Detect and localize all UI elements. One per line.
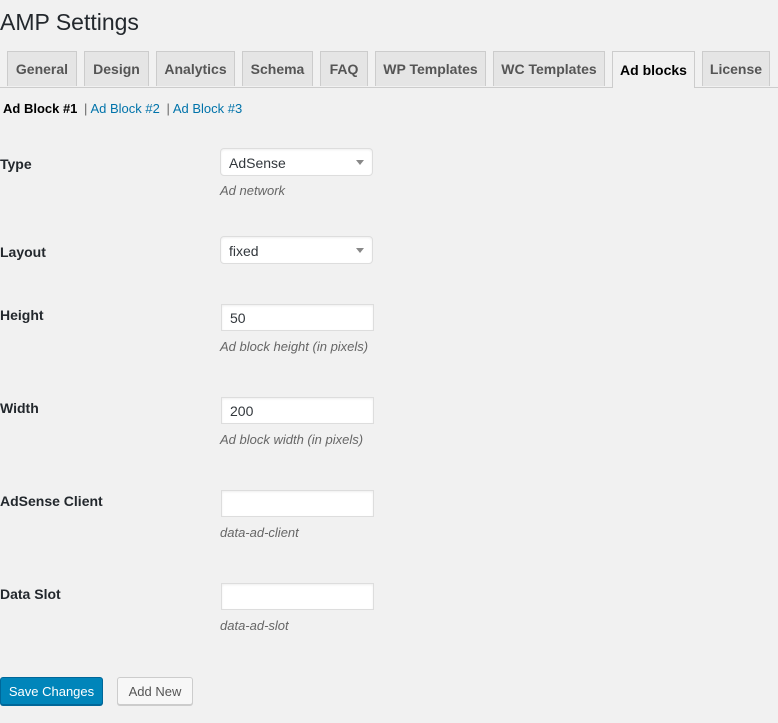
type-select[interactable]: AdSense — [220, 148, 373, 176]
layout-select-value: fixed — [229, 243, 259, 259]
separator: | — [166, 101, 170, 116]
type-description: Ad network — [220, 183, 286, 198]
adsense-client-label: AdSense Client — [0, 493, 103, 509]
save-changes-button[interactable]: Save Changes — [0, 677, 103, 705]
tab-schema[interactable]: Schema — [242, 51, 313, 86]
height-description: Ad block height (in pixels) — [220, 339, 369, 354]
layout-select[interactable]: fixed — [220, 236, 373, 264]
ad-block-nav: Ad Block #1 | Ad Block #2 | Ad Block #3 — [3, 101, 242, 116]
tab-license[interactable]: License — [702, 51, 770, 86]
height-label: Height — [0, 307, 44, 323]
ad-block-3-link[interactable]: Ad Block #3 — [173, 101, 242, 116]
adsense-client-input[interactable] — [221, 490, 374, 517]
height-input[interactable] — [221, 304, 374, 331]
width-description: Ad block width (in pixels) — [220, 432, 364, 447]
layout-label: Layout — [0, 244, 46, 260]
tab-wp-templates[interactable]: WP Templates — [375, 51, 486, 86]
ad-block-1-current: Ad Block #1 — [3, 101, 78, 116]
tab-design[interactable]: Design — [84, 51, 149, 86]
tab-wc-templates[interactable]: WC Templates — [493, 51, 605, 86]
width-label: Width — [0, 400, 39, 416]
chevron-down-icon — [356, 160, 364, 165]
type-select-value: AdSense — [229, 155, 286, 171]
data-slot-input[interactable] — [221, 583, 374, 610]
page-title: AMP Settings — [0, 9, 139, 35]
width-input[interactable] — [221, 397, 374, 424]
chevron-down-icon — [356, 248, 364, 253]
adsense-client-description: data-ad-client — [220, 525, 299, 540]
data-slot-label: Data Slot — [0, 586, 61, 602]
separator: | — [84, 101, 88, 116]
tab-analytics[interactable]: Analytics — [156, 51, 235, 86]
type-label: Type — [0, 156, 32, 172]
ad-block-2-link[interactable]: Ad Block #2 — [90, 101, 159, 116]
tab-faq[interactable]: FAQ — [320, 51, 368, 86]
tab-ad-blocks[interactable]: Ad blocks — [612, 51, 695, 88]
add-new-button[interactable]: Add New — [117, 677, 193, 705]
data-slot-description: data-ad-slot — [220, 618, 289, 633]
settings-tabs: General Design Analytics Schema FAQ WP T… — [0, 51, 778, 88]
tab-general[interactable]: General — [7, 51, 77, 86]
